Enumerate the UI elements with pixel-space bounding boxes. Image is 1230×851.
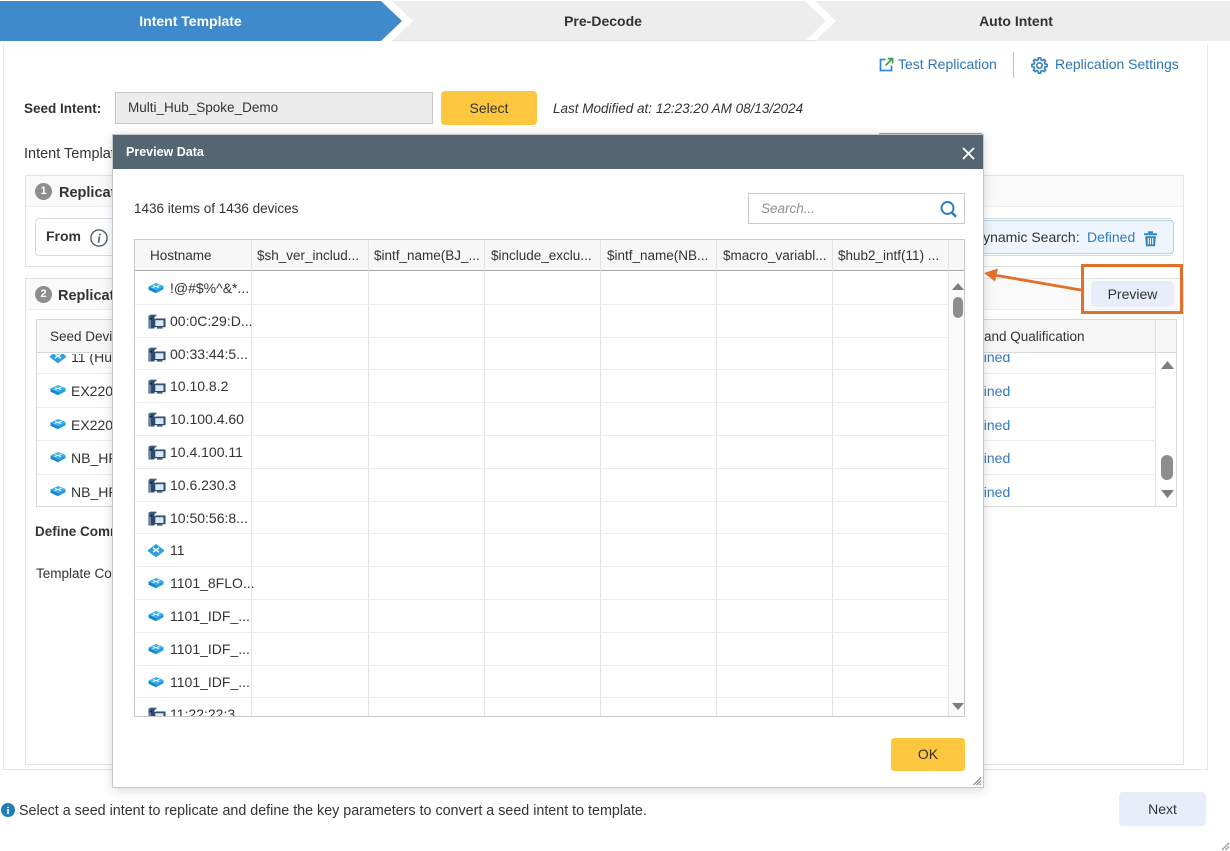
svg-text:i: i: [6, 805, 9, 817]
svg-text:i: i: [97, 231, 101, 246]
